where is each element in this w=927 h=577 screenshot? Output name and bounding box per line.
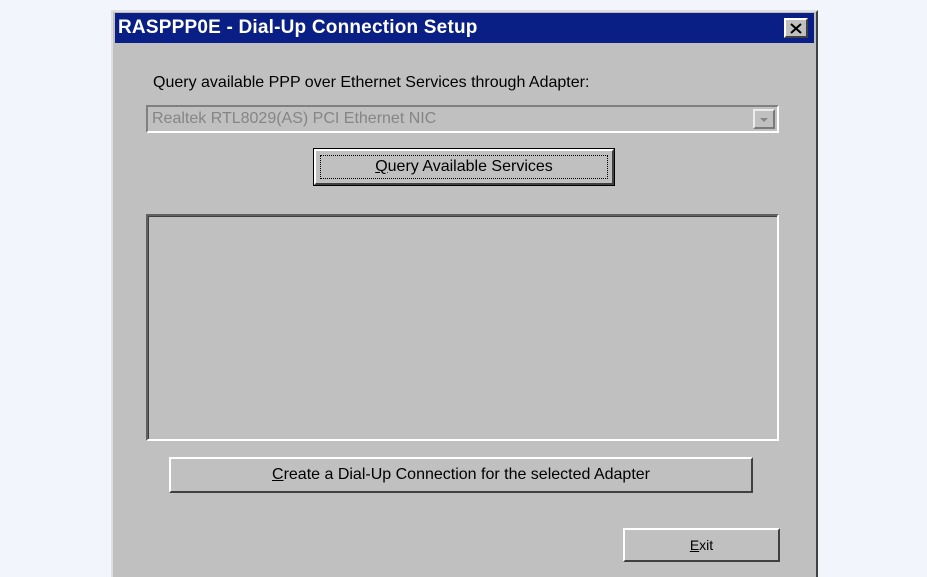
query-adapter-label: Query available PPP over Ethernet Servic… — [153, 74, 590, 91]
adapter-select-value: Realtek RTL8029(AS) PCI Ethernet NIC — [152, 110, 437, 127]
adapter-select[interactable]: Realtek RTL8029(AS) PCI Ethernet NIC — [146, 105, 779, 133]
chevron-down-icon — [759, 110, 769, 128]
close-button[interactable] — [784, 18, 808, 38]
focus-ring — [320, 155, 608, 179]
close-icon — [790, 22, 802, 34]
query-available-services-button[interactable]: Query Available Services — [313, 148, 615, 186]
exit-button[interactable]: Exit — [623, 528, 780, 562]
create-button-label: Create a Dial-Up Connection for the sele… — [272, 466, 650, 483]
dialog-window: RASPPP0E - Dial-Up Connection Setup Quer… — [111, 10, 818, 577]
create-dialup-connection-button[interactable]: Create a Dial-Up Connection for the sele… — [169, 457, 753, 493]
window-title: RASPPP0E - Dial-Up Connection Setup — [118, 17, 478, 38]
services-list-area — [148, 216, 777, 439]
exit-button-label: Exit — [689, 537, 714, 553]
services-list[interactable] — [146, 214, 779, 441]
title-bar[interactable]: RASPPP0E - Dial-Up Connection Setup — [115, 13, 814, 43]
adapter-select-dropdown-button[interactable] — [753, 109, 775, 129]
